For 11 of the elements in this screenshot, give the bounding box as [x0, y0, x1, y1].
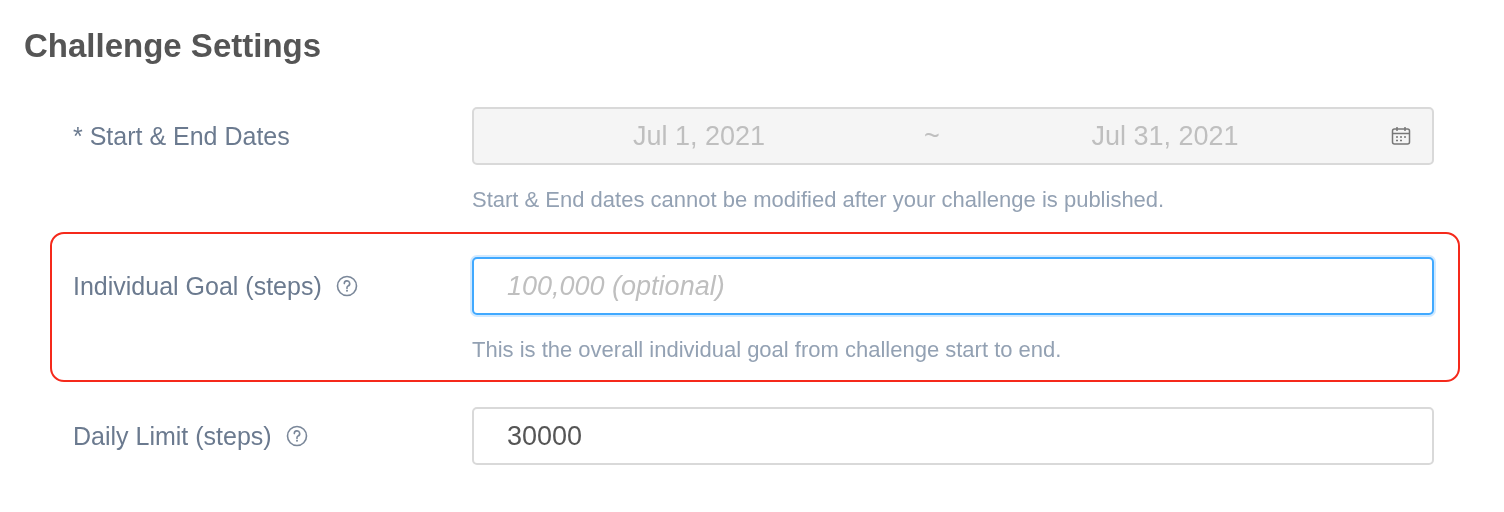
input-field[interactable]: 30000 [472, 407, 1434, 465]
date-separator: ~ [924, 120, 940, 152]
help-text: Start & End dates cannot be modified after your challenge is published. [472, 186, 1165, 214]
help-icon[interactable] [285, 425, 308, 447]
field-label: Individual Goal (steps) [73, 271, 322, 301]
field-label: * Start & End Dates [73, 121, 290, 151]
field-label: Daily Limit (steps) [73, 421, 272, 451]
input-field[interactable]: 100,000 (optional) [472, 257, 1434, 315]
help-icon[interactable] [335, 275, 358, 297]
help-text: This is the overall individual goal from challenge start to end. [472, 336, 1062, 364]
section-title: Challenge Settings [24, 26, 322, 66]
